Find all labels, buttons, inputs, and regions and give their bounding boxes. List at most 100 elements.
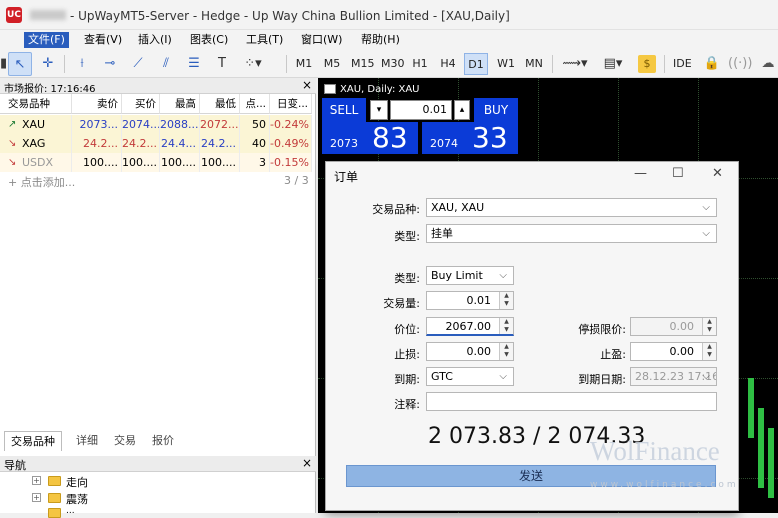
tab-details[interactable]: 详细 <box>70 431 104 451</box>
tab-ticks[interactable]: 报价 <box>146 431 180 451</box>
tf-m5[interactable]: M5 <box>320 53 344 75</box>
col-change[interactable]: 日变... <box>270 94 312 114</box>
change-cell: -0.49% <box>270 134 312 153</box>
crosshair-icon[interactable]: ✛ <box>36 52 60 76</box>
nav-item[interactable]: 震荡 <box>66 491 88 507</box>
menu-chart[interactable]: 图表(C) <box>186 32 232 48</box>
close-icon[interactable]: × <box>302 456 312 470</box>
table-row[interactable]: ↗ XAU 2073... 2074... 2088... 2072... 50… <box>0 115 312 134</box>
tf-m30[interactable]: M30 <box>378 53 408 75</box>
tab-symbols[interactable]: 交易品种 <box>4 431 62 451</box>
sl-field[interactable]: 0.00 ▲ ▼ <box>426 342 514 361</box>
comment-field[interactable] <box>426 392 717 411</box>
shapes-icon[interactable]: ⁘▾ <box>238 52 268 76</box>
candle <box>768 428 774 498</box>
menu-help[interactable]: 帮助(H) <box>357 32 404 48</box>
lock-icon[interactable]: 🔒 <box>700 52 724 76</box>
buy-price-box[interactable]: 2074 33 <box>422 122 518 154</box>
maximize-icon[interactable]: ☐ <box>672 166 684 181</box>
col-bid[interactable]: 卖价 <box>72 94 122 114</box>
cloud-icon[interactable]: ☁ <box>756 52 778 76</box>
volume-up-icon[interactable]: ▴ <box>454 100 470 120</box>
order-type-select[interactable]: Buy Limit ⌵ <box>426 266 514 285</box>
candle <box>748 378 754 438</box>
bid-cell: 2073... <box>72 115 122 134</box>
minimize-icon[interactable]: — <box>634 166 647 181</box>
expiry-date-field[interactable]: 28.12.23 17:16 ⌵ <box>630 367 717 386</box>
candlestick-icon[interactable]: ▮ <box>0 52 7 76</box>
tf-d1[interactable]: D1 <box>464 53 488 75</box>
market-watch-tabs: 交易品种 详细 交易 报价 <box>4 431 314 451</box>
chart-menu-icon[interactable] <box>324 84 336 94</box>
sell-price-box[interactable]: 2073 83 <box>322 122 418 154</box>
menu-view[interactable]: 查看(V) <box>80 32 126 48</box>
col-ask[interactable]: 买价 <box>122 94 160 114</box>
tf-h1[interactable]: H1 <box>408 53 432 75</box>
col-low[interactable]: 最低 <box>200 94 240 114</box>
stop-limit-field[interactable]: 0.00 ▲ ▼ <box>630 317 717 336</box>
cursor-icon[interactable]: ↖ <box>8 52 32 76</box>
symbol-select[interactable]: XAU, XAU ⌵ <box>426 198 717 217</box>
buy-button[interactable]: BUY <box>474 98 518 122</box>
menu-window[interactable]: 窗口(W) <box>297 32 346 48</box>
dollar-icon[interactable]: $ <box>638 55 656 73</box>
type-value: 挂单 <box>431 227 453 240</box>
vertical-line-icon[interactable]: ⟊ <box>70 52 94 76</box>
menu-tools[interactable]: 工具(T) <box>242 32 287 48</box>
spinner-icon[interactable]: ▲ ▼ <box>702 318 716 335</box>
channel-icon[interactable]: ⫽ <box>154 52 178 76</box>
spread-cell: 40 <box>240 134 270 153</box>
signal-icon[interactable]: ((·)) <box>728 52 752 76</box>
watermark-logo: WolFinance <box>590 436 720 466</box>
table-row[interactable]: ↘ XAG 24.2... 24.2... 24.4... 24.2... 40… <box>0 134 312 153</box>
horizontal-line-icon[interactable]: ⊸ <box>98 52 122 76</box>
add-symbol-link[interactable]: + 点击添加... <box>8 174 75 190</box>
toolbar-separator <box>664 55 665 73</box>
col-spread[interactable]: 点... <box>240 94 270 114</box>
toolbar: ▮ ↖ ✛ ⟊ ⊸ ⟋ ⫽ ☰ T ⁘▾ M1 M5 M15 M30 H1 H4… <box>0 50 778 78</box>
close-icon[interactable]: × <box>302 78 312 92</box>
spinner-icon[interactable]: ▲ ▼ <box>499 292 513 309</box>
col-high[interactable]: 最高 <box>160 94 200 114</box>
chevron-down-icon: ⌵ <box>702 371 710 382</box>
tf-m15[interactable]: M15 <box>348 53 378 75</box>
expand-icon[interactable]: + <box>32 476 41 485</box>
trendline-icon[interactable]: ⟋ <box>126 52 150 76</box>
fibonacci-icon[interactable]: ☰ <box>182 52 206 76</box>
price-field[interactable]: 2067.00 ▲ ▼ <box>426 317 514 336</box>
text-icon[interactable]: T <box>210 52 234 76</box>
expand-icon[interactable]: + <box>32 493 41 502</box>
expiry-select[interactable]: GTC ⌵ <box>426 367 514 386</box>
volume-field[interactable]: 0.01 ▲ ▼ <box>426 291 514 310</box>
order-type-label: 类型: <box>394 272 420 285</box>
type-select[interactable]: 挂单 ⌵ <box>426 224 717 243</box>
tf-mn[interactable]: MN <box>522 53 546 75</box>
tf-w1[interactable]: W1 <box>494 53 518 75</box>
tf-h4[interactable]: H4 <box>436 53 460 75</box>
col-symbol[interactable]: 交易品种 <box>0 94 72 114</box>
ide-button[interactable]: IDE <box>670 53 695 75</box>
volume-label: 交易量: <box>383 297 420 310</box>
spinner-icon[interactable]: ▲ ▼ <box>499 318 513 334</box>
close-icon[interactable]: ✕ <box>712 166 723 181</box>
indicator-icon[interactable]: ⟿▾ <box>558 52 592 76</box>
volume-down-icon[interactable]: ▾ <box>370 100 388 120</box>
spinner-icon[interactable]: ▲ ▼ <box>702 343 716 360</box>
nav-item[interactable]: ... <box>66 506 75 516</box>
window-title: - UpWayMT5-Server - Hedge - Up Way China… <box>70 9 510 23</box>
stop-limit-label: 停损限价: <box>578 323 626 336</box>
table-row[interactable]: ↘ USDX 100.... 100.... 100.... 100.... 3… <box>0 153 312 172</box>
tab-trading[interactable]: 交易 <box>108 431 142 451</box>
sell-button[interactable]: SELL <box>322 98 366 122</box>
template-icon[interactable]: ▤▾ <box>596 52 630 76</box>
tf-m1[interactable]: M1 <box>292 53 316 75</box>
volume-input[interactable]: 0.01 <box>390 100 452 120</box>
menu-insert[interactable]: 插入(I) <box>134 32 176 48</box>
menu-file[interactable]: 文件(F) <box>24 32 69 48</box>
chevron-down-icon: ⌵ <box>702 228 710 239</box>
ask-cell: 24.2... <box>122 134 160 153</box>
nav-item[interactable]: 走向 <box>66 474 88 490</box>
tp-field[interactable]: 0.00 ▲ ▼ <box>630 342 717 361</box>
spinner-icon[interactable]: ▲ ▼ <box>499 343 513 360</box>
price-label: 价位: <box>394 323 420 336</box>
